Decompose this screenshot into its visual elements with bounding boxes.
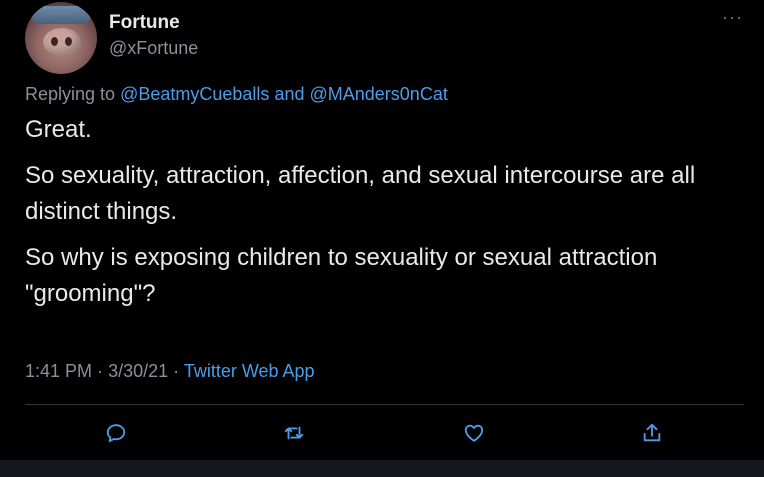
avatar[interactable] [25,2,97,74]
reply-mention-link[interactable]: @BeatmyCueballs [120,84,269,104]
meta-separator: · [97,361,104,381]
avatar-snout [43,28,81,56]
retweet-icon [284,426,304,440]
tweet-paragraph: Great. [25,116,92,143]
tweet-metadata: 1:41 PM · 3/30/21 · Twitter Web App [25,361,315,382]
tweet-text: Great. So sexuality, attraction, affecti… [25,112,745,322]
divider [25,404,744,405]
tweet-paragraph: So sexuality, attraction, affection, and… [25,162,696,225]
user-handle[interactable]: @xFortune [109,38,198,59]
tweet-paragraph: So why is exposing children to sexuality… [25,244,658,307]
share-button[interactable] [637,418,667,448]
display-name[interactable]: Fortune [109,12,180,34]
heart-icon [464,424,484,442]
reply-button[interactable] [101,418,131,448]
share-icon [643,423,661,442]
meta-separator: · [173,361,180,381]
avatar-glasses [31,6,91,24]
tweet-actions [0,418,764,448]
reply-mention-joiner: and [274,84,305,104]
more-options-icon[interactable]: ··· [722,8,743,26]
reply-icon [106,424,126,443]
retweet-button[interactable] [279,418,309,448]
like-button[interactable] [459,418,489,448]
tweet-time[interactable]: 1:41 PM [25,361,92,381]
tweet-source[interactable]: Twitter Web App [184,361,315,381]
reply-mention-link[interactable]: @MAnders0nCat [310,84,448,104]
tweet-date[interactable]: 3/30/21 [108,361,168,381]
tweet-detail: Fortune @xFortune ··· Replying to @Beatm… [0,0,764,460]
avatar-nostril [65,37,72,46]
bottom-bar [0,460,764,477]
avatar-nostril [51,37,58,46]
replying-prefix: Replying to [25,84,116,104]
replying-to: Replying to @BeatmyCueballs and @MAnders… [25,84,448,105]
